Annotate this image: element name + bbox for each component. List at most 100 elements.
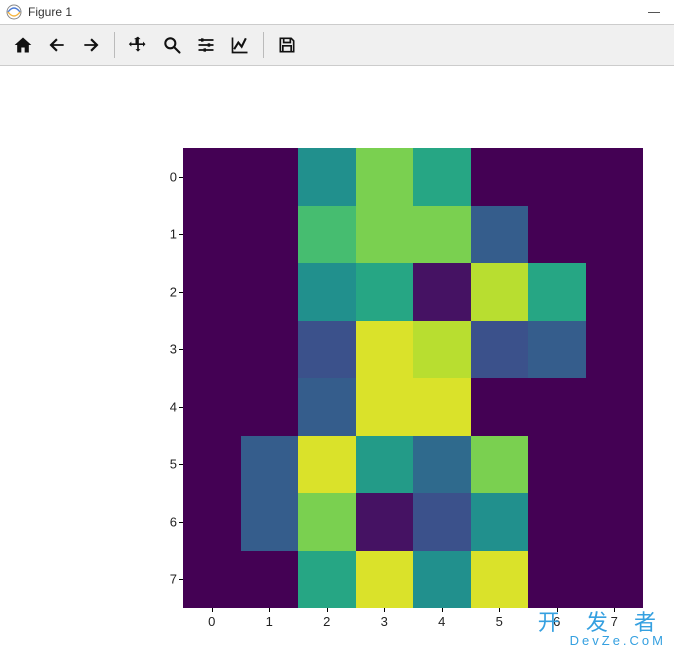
figure-toolbar [0, 24, 674, 66]
zoom-button[interactable] [157, 30, 187, 60]
heatmap-cell [183, 321, 241, 379]
x-tick-mark [327, 608, 328, 612]
x-tick-mark [212, 608, 213, 612]
heatmap-cell [241, 378, 299, 436]
plot-area: 0123456701234567 开 发 者 DevZe.CoM [0, 66, 674, 653]
heatmap-cell [413, 493, 471, 551]
y-tick-mark [179, 292, 183, 293]
heatmap-cell [586, 148, 644, 206]
heatmap-cell [356, 378, 414, 436]
y-tick-mark [179, 522, 183, 523]
heatmap-cell [528, 148, 586, 206]
heatmap-cell [241, 206, 299, 264]
heatmap-cell [356, 321, 414, 379]
heatmap-cell [413, 436, 471, 494]
home-button[interactable] [8, 30, 38, 60]
heatmap-cell [183, 148, 241, 206]
toolbar-separator [114, 32, 115, 58]
y-tick-mark [179, 407, 183, 408]
heatmap-cell [586, 206, 644, 264]
heatmap-cell [183, 263, 241, 321]
heatmap-cell [586, 493, 644, 551]
window-title: Figure 1 [28, 5, 72, 19]
x-tick-label: 6 [553, 614, 560, 629]
heatmap-cell [298, 493, 356, 551]
heatmap-cell [183, 378, 241, 436]
heatmap-cell [528, 321, 586, 379]
heatmap-cell [356, 436, 414, 494]
y-tick-mark [179, 579, 183, 580]
heatmap-cell [586, 321, 644, 379]
heatmap-cell [241, 321, 299, 379]
y-tick-label: 3 [157, 342, 177, 357]
heatmap-cell [241, 551, 299, 609]
app-logo-icon [6, 4, 22, 20]
heatmap-cell [413, 148, 471, 206]
forward-button[interactable] [76, 30, 106, 60]
subplots-button[interactable] [191, 30, 221, 60]
heatmap-cell [413, 321, 471, 379]
heatmap-cell [528, 436, 586, 494]
heatmap-cell [471, 493, 529, 551]
minimize-icon[interactable] [648, 6, 660, 18]
heatmap-cell [471, 206, 529, 264]
x-tick-mark [442, 608, 443, 612]
heatmap-cell [298, 551, 356, 609]
heatmap-cell [241, 493, 299, 551]
zoom-icon [162, 35, 182, 55]
y-tick-mark [179, 464, 183, 465]
chart-line-icon [230, 35, 250, 55]
y-tick-label: 5 [157, 457, 177, 472]
window-titlebar: Figure 1 [0, 0, 674, 24]
heatmap-cell [298, 206, 356, 264]
heatmap-cell [471, 321, 529, 379]
x-tick-mark [269, 608, 270, 612]
pan-button[interactable] [123, 30, 153, 60]
heatmap-cell [241, 148, 299, 206]
heatmap-cell [528, 206, 586, 264]
heatmap-cell [356, 263, 414, 321]
save-button[interactable] [272, 30, 302, 60]
heatmap-cell [183, 436, 241, 494]
back-button[interactable] [42, 30, 72, 60]
y-tick-label: 4 [157, 399, 177, 414]
heatmap-cell [528, 551, 586, 609]
heatmap-cell [298, 321, 356, 379]
x-tick-mark [499, 608, 500, 612]
heatmap-cell [586, 436, 644, 494]
heatmap-cell [413, 551, 471, 609]
x-tick-label: 1 [266, 614, 273, 629]
heatmap-cell [298, 263, 356, 321]
y-tick-label: 6 [157, 514, 177, 529]
heatmap-cell [298, 436, 356, 494]
x-tick-label: 0 [208, 614, 215, 629]
heatmap-cell [586, 551, 644, 609]
heatmap-cell [356, 148, 414, 206]
heatmap-cell [413, 378, 471, 436]
x-tick-label: 3 [381, 614, 388, 629]
arrow-left-icon [47, 35, 67, 55]
heatmap-cell [528, 263, 586, 321]
heatmap-axes: 0123456701234567 [183, 148, 643, 608]
heatmap-cell [413, 206, 471, 264]
heatmap-cell [471, 551, 529, 609]
heatmap-cell [528, 493, 586, 551]
heatmap-cell [183, 551, 241, 609]
x-tick-label: 5 [496, 614, 503, 629]
heatmap-cell [183, 206, 241, 264]
heatmap-cell [356, 206, 414, 264]
heatmap-cell [413, 263, 471, 321]
toolbar-separator [263, 32, 264, 58]
heatmap-cell [471, 378, 529, 436]
edit-button[interactable] [225, 30, 255, 60]
y-tick-label: 2 [157, 284, 177, 299]
y-tick-label: 1 [157, 227, 177, 242]
heatmap-cell [356, 551, 414, 609]
x-tick-mark [614, 608, 615, 612]
x-tick-mark [557, 608, 558, 612]
y-tick-label: 7 [157, 572, 177, 587]
heatmap-cell [586, 263, 644, 321]
heatmap-cell [471, 148, 529, 206]
heatmap-cell [586, 378, 644, 436]
home-icon [13, 35, 33, 55]
